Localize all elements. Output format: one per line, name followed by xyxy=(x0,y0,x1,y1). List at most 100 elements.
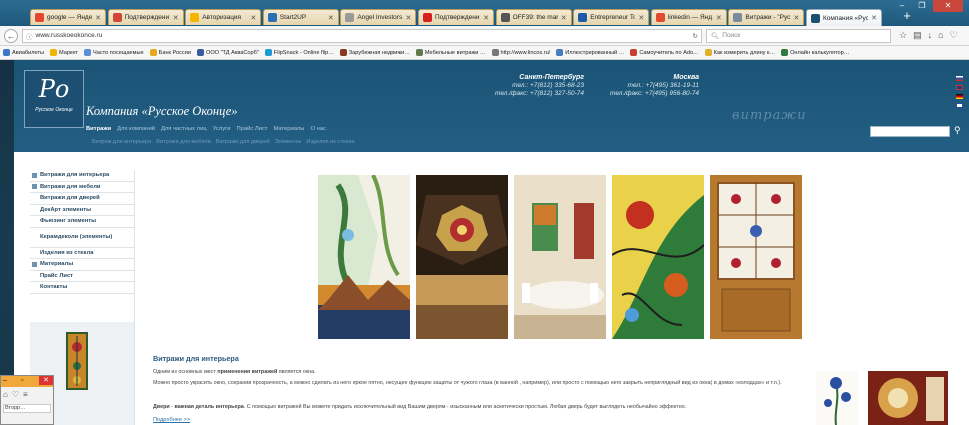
browser-tab[interactable]: Компания «Рус…✕ xyxy=(806,9,882,26)
new-tab-button[interactable]: + xyxy=(900,9,914,24)
sidebar-item[interactable]: Керамдеколи (элементы) xyxy=(30,228,134,248)
sidebar-item[interactable]: ДекАрт элементы xyxy=(30,205,134,216)
minimize-button[interactable]: – xyxy=(893,0,911,12)
bookmark-item[interactable]: Иллюстрированный … xyxy=(556,49,624,56)
sidebar-item[interactable]: Изделия из стекла xyxy=(30,248,134,259)
reload-icon[interactable]: ↻ xyxy=(693,32,698,40)
browser-tab[interactable]: Entrepreneur To…✕ xyxy=(573,9,650,25)
address-bar[interactable]: ⓘ www.russkoeokonce.ru ↻ xyxy=(22,28,702,43)
browser-tab[interactable]: Start2UP ✕ xyxy=(262,9,339,25)
close-window-button[interactable]: ✕ xyxy=(933,0,963,12)
maximize-icon[interactable]: ▫ xyxy=(21,377,23,384)
bookmark-item[interactable]: Маркет xyxy=(50,49,78,56)
background-browser-window[interactable]: – ▫ ✕ ⌂ ♡ ≡ Вторр… xyxy=(0,375,54,425)
tab-close-icon[interactable]: ✕ xyxy=(794,14,800,22)
main-menu-item[interactable]: Услуги xyxy=(213,126,231,132)
tab-close-icon[interactable]: ✕ xyxy=(173,14,179,22)
gallery-image-floral[interactable] xyxy=(612,175,704,339)
main-menu-item[interactable]: Витражи xyxy=(86,126,111,132)
site-logo[interactable]: Ро Русское Оконце xyxy=(24,70,84,128)
browser-tab[interactable]: google — Янде…✕ xyxy=(30,9,106,25)
tab-title: Angel Investors … xyxy=(357,14,403,21)
minimize-icon[interactable]: – xyxy=(3,377,7,384)
maximize-button[interactable]: ❐ xyxy=(913,0,931,12)
flag-ru-icon[interactable] xyxy=(956,76,963,81)
star-bookmark-icon[interactable]: ☆ xyxy=(899,30,907,41)
home-icon[interactable]: ⌂ xyxy=(3,390,8,399)
browser-tab[interactable]: Angel Investors …✕ xyxy=(340,9,417,25)
browser-tab[interactable]: Подтверждени…✕ xyxy=(107,9,184,25)
browser-tab[interactable]: Авторизация ✕ xyxy=(185,9,262,25)
site-search-icon[interactable]: ⚲ xyxy=(954,125,961,136)
tab-close-icon[interactable]: ✕ xyxy=(561,14,567,22)
bookmark-label: FlipSnack - Online flip… xyxy=(273,49,334,56)
pocket-icon[interactable]: ♡ xyxy=(12,390,19,399)
read-more-link[interactable]: Подробнее >> xyxy=(153,417,190,423)
flag-en-icon[interactable] xyxy=(956,85,963,90)
info-icon[interactable]: ⓘ xyxy=(26,31,33,41)
sub-menu-item[interactable]: Витражи для дверей xyxy=(216,139,270,145)
flag-fi-icon[interactable] xyxy=(956,103,963,108)
site-search-input[interactable] xyxy=(870,126,950,137)
bookmark-label: Авиабилеты xyxy=(12,49,45,56)
browser-tab[interactable]: linkedin — Янд…✕ xyxy=(650,9,727,25)
bookmark-item[interactable]: Банк России xyxy=(149,49,191,56)
tab-close-icon[interactable]: ✕ xyxy=(328,14,334,22)
browser-tab[interactable]: Подтверждени…✕ xyxy=(418,9,494,25)
close-icon[interactable]: ✕ xyxy=(39,376,53,385)
main-menu-item[interactable]: Материалы xyxy=(273,126,304,132)
tab-close-icon[interactable]: ✕ xyxy=(716,14,722,22)
browser-tab[interactable]: OFF39: the mar…✕ xyxy=(495,9,572,25)
sub-menu-item[interactable]: Элементы xyxy=(275,139,302,145)
gallery-image-door[interactable] xyxy=(710,175,802,339)
gallery-image-ceiling[interactable] xyxy=(416,175,508,339)
bookmark-item[interactable]: FlipSnack - Online flip… xyxy=(264,49,334,56)
menu-icon[interactable]: ≡ xyxy=(23,390,28,399)
tab-close-icon[interactable]: ✕ xyxy=(406,14,412,22)
browser-tab[interactable]: Витражи - "Рус…✕ xyxy=(728,9,805,25)
bookmark-item[interactable]: Часто посещаемые xyxy=(84,49,144,56)
sidebar-thumbnail[interactable] xyxy=(66,332,88,390)
bookmark-item[interactable]: Как измерить длину к… xyxy=(704,49,775,56)
tab-close-icon[interactable]: ✕ xyxy=(95,14,101,22)
download-icon[interactable]: ↓ xyxy=(928,30,933,41)
bookmark-item[interactable]: Онлайн калькулятор… xyxy=(781,49,849,56)
bookmark-item[interactable]: Самоучитель по Ado… xyxy=(630,49,699,56)
bookmark-item[interactable]: Мебельные витражи … xyxy=(415,49,486,56)
sidebar-item[interactable]: Витражи для интерьера xyxy=(30,170,134,182)
sub-menu-item[interactable]: Витражи для мебели xyxy=(156,139,211,145)
main-menu-item[interactable]: О нас xyxy=(310,126,325,132)
flag-de-icon[interactable] xyxy=(956,94,963,99)
tab-close-icon[interactable]: ✕ xyxy=(871,14,877,22)
sub-menu-item[interactable]: Изделия из стекла xyxy=(306,139,354,145)
bookmark-item[interactable]: Зарубежная недвижи… xyxy=(339,49,410,56)
bookmark-label: Банк России xyxy=(158,49,191,56)
main-menu-item[interactable]: Прайс Лист xyxy=(236,126,267,132)
sidebar-item[interactable]: Фьюзинг элементы xyxy=(30,216,134,228)
clipboard-icon[interactable]: ▤ xyxy=(913,30,922,41)
sub-menu-item[interactable]: Витраж для интерьера xyxy=(92,139,151,145)
sidebar-item[interactable]: Контакты xyxy=(30,282,134,294)
bookmark-item[interactable]: http://www.lincos.ru/ xyxy=(491,49,550,56)
pocket-icon[interactable]: ♡ xyxy=(950,30,958,41)
tab-close-icon[interactable]: ✕ xyxy=(483,14,489,22)
bookmark-item[interactable]: Авиабилеты xyxy=(3,49,44,56)
sidebar-item[interactable]: Витражи для дверей xyxy=(30,193,134,205)
main-menu-item[interactable]: Для компаний xyxy=(117,126,155,132)
main-menu-item[interactable]: Для частных лиц xyxy=(161,126,207,132)
gallery-image-window[interactable] xyxy=(318,175,410,339)
sidebar-item[interactable]: Витражи для мебели xyxy=(30,182,134,193)
bookmark-item[interactable]: ООО "ТД АкваСорб" xyxy=(196,49,259,56)
sidebar-item[interactable]: Прайс Лист xyxy=(30,271,134,282)
sidebar-item[interactable]: Материалы xyxy=(30,259,134,271)
back-icon[interactable]: ← xyxy=(4,28,18,43)
article-thumbnail-interior[interactable] xyxy=(868,371,948,425)
gallery-image-office[interactable] xyxy=(514,175,606,339)
article-thumbnail-flower[interactable] xyxy=(816,371,858,425)
search-input[interactable]: 🔍︎ Поиск xyxy=(706,28,891,43)
home-icon[interactable]: ⌂ xyxy=(938,30,943,41)
tab-close-icon[interactable]: ✕ xyxy=(638,14,644,22)
tab-close-icon[interactable]: ✕ xyxy=(250,14,256,22)
text-run-bold: применения витражей xyxy=(217,369,278,375)
text-run: является окна. xyxy=(277,369,316,375)
